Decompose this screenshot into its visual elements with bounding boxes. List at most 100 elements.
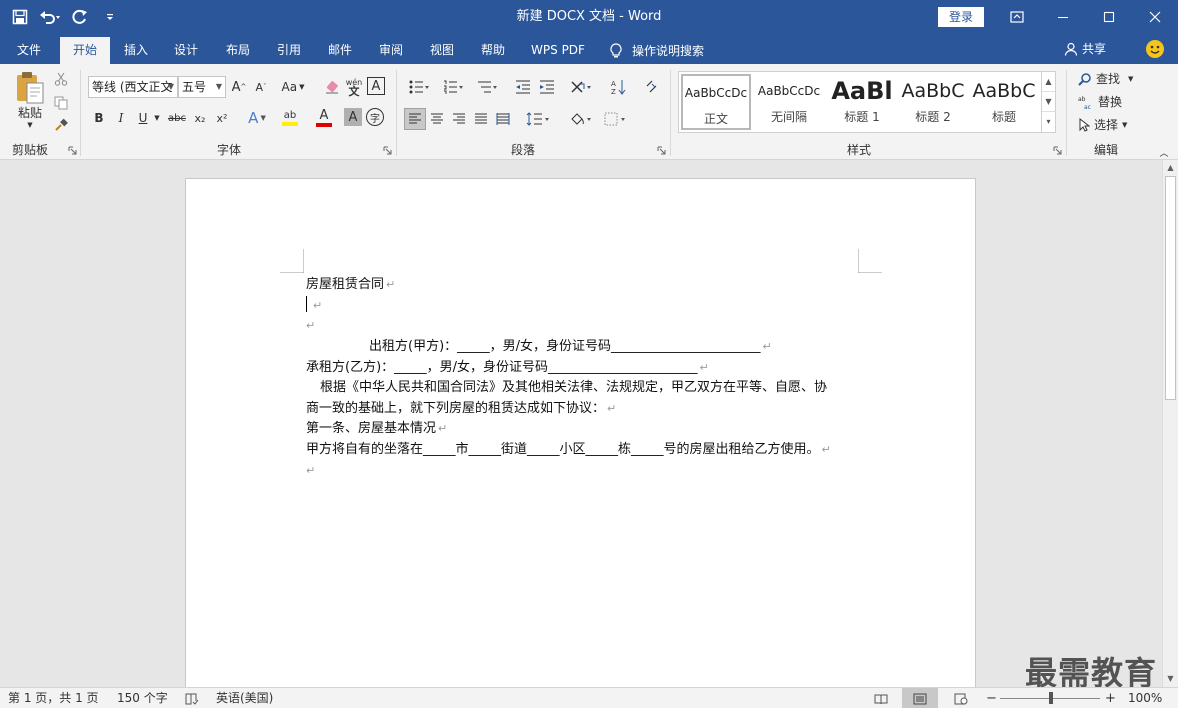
tell-me-search[interactable]: 操作说明搜索 xyxy=(610,37,714,64)
gallery-more-icon[interactable]: ▾ xyxy=(1042,112,1055,132)
vertical-scrollbar[interactable]: ▲ ▼ xyxy=(1162,160,1178,687)
borders-button[interactable] xyxy=(600,108,630,130)
tab-review[interactable]: 审阅 xyxy=(371,37,411,64)
scroll-down-icon[interactable]: ▼ xyxy=(1163,671,1178,687)
paste-button[interactable] xyxy=(12,70,48,106)
highlight-button[interactable]: ab xyxy=(275,108,305,128)
tab-view[interactable]: 视图 xyxy=(422,37,462,64)
strikethrough-button[interactable]: abc xyxy=(166,108,188,128)
doc-paragraph[interactable]: ↵ xyxy=(306,461,315,481)
doc-paragraph[interactable]: 第一条、房屋基本情况 ↵ xyxy=(306,419,447,439)
proofing-status[interactable] xyxy=(185,688,199,708)
doc-paragraph[interactable]: ↵ xyxy=(306,316,315,336)
web-layout-button[interactable] xyxy=(954,688,968,708)
character-shading-button[interactable]: A xyxy=(344,108,362,126)
tab-insert[interactable]: 插入 xyxy=(116,37,156,64)
doc-paragraph[interactable]: ↵ xyxy=(306,296,322,316)
bullets-button[interactable] xyxy=(404,77,434,97)
tab-layout[interactable]: 布局 xyxy=(218,37,258,64)
decrease-indent-button[interactable] xyxy=(512,77,534,97)
scroll-up-icon[interactable]: ▲ xyxy=(1163,160,1178,176)
print-layout-button[interactable] xyxy=(902,688,938,708)
doc-paragraph[interactable]: 房屋租赁合同 ↵ xyxy=(306,275,395,295)
format-painter-button[interactable] xyxy=(52,116,70,134)
zoom-out-button[interactable]: − xyxy=(986,688,997,708)
tab-home[interactable]: 开始 xyxy=(60,37,110,64)
style-title[interactable]: AaBbC 标题 xyxy=(969,74,1039,130)
line-spacing-button[interactable] xyxy=(522,108,554,130)
share-button[interactable]: 共享 xyxy=(1064,37,1106,61)
subscript-button[interactable]: x₂ xyxy=(190,108,210,128)
italic-button[interactable]: I xyxy=(112,108,130,128)
tab-references[interactable]: 引用 xyxy=(269,37,309,64)
redo-button[interactable] xyxy=(68,5,92,29)
paste-label[interactable]: 粘贴 xyxy=(10,104,50,120)
copy-button[interactable] xyxy=(52,94,70,112)
doc-paragraph[interactable]: 承租方(乙方)：_____，男/女，身份证号码_________________… xyxy=(306,358,709,378)
paragraph-launcher-icon[interactable] xyxy=(657,146,666,155)
align-right-button[interactable] xyxy=(448,108,470,130)
undo-button[interactable] xyxy=(38,5,62,29)
doc-paragraph[interactable]: 商一致的基础上，就下列房屋的租赁达成如下协议： ↵ xyxy=(306,399,616,419)
tab-design[interactable]: 设计 xyxy=(166,37,206,64)
tab-mailings[interactable]: 邮件 xyxy=(320,37,360,64)
character-border-button[interactable]: A xyxy=(367,77,385,95)
tab-help[interactable]: 帮助 xyxy=(473,37,513,64)
text-effects-button[interactable]: A ▼ xyxy=(242,108,272,128)
cut-button[interactable] xyxy=(52,70,70,88)
styles-launcher-icon[interactable] xyxy=(1053,146,1062,155)
clipboard-launcher-icon[interactable] xyxy=(68,146,77,155)
chinese-layout-button[interactable] xyxy=(566,77,596,97)
save-button[interactable] xyxy=(8,5,32,29)
maximize-button[interactable] xyxy=(1086,0,1132,34)
word-count[interactable]: 150 个字 xyxy=(117,688,168,708)
style-no-spacing[interactable]: AaBbCcDc 无间隔 xyxy=(754,74,824,130)
tab-wps-pdf[interactable]: WPS PDF xyxy=(526,37,590,64)
scroll-thumb[interactable] xyxy=(1165,176,1176,400)
gallery-scroll-up-icon[interactable]: ▲ xyxy=(1042,72,1055,92)
select-button[interactable]: 选择 ▼ xyxy=(1078,115,1127,135)
multilevel-list-button[interactable] xyxy=(472,77,502,97)
shading-button[interactable] xyxy=(566,108,596,130)
underline-dropdown-icon[interactable]: ▼ xyxy=(152,108,162,128)
bold-button[interactable]: B xyxy=(90,108,108,128)
collapse-ribbon-icon[interactable]: ︿ xyxy=(1157,146,1171,159)
zoom-level[interactable]: 100% xyxy=(1128,688,1162,708)
gallery-scroll-down-icon[interactable]: ▼ xyxy=(1042,92,1055,112)
show-hide-marks-button[interactable] xyxy=(640,77,662,97)
grow-font-button[interactable]: A ^ xyxy=(230,77,248,97)
replace-button[interactable]: ab ac 替换 xyxy=(1078,92,1122,112)
minimize-button[interactable] xyxy=(1040,0,1086,34)
doc-paragraph[interactable]: 甲方将自有的坐落在_____市_____街道_____小区_____栋_____… xyxy=(306,440,831,460)
phonetic-guide-button[interactable]: wén 文 xyxy=(344,76,364,98)
style-heading-1[interactable]: AaBl 标题 1 xyxy=(827,74,897,130)
align-center-button[interactable] xyxy=(426,108,448,130)
tab-file[interactable]: 文件 xyxy=(8,37,50,64)
change-case-button[interactable]: Aa ▼ xyxy=(278,77,308,97)
underline-button[interactable]: U xyxy=(134,108,152,128)
font-name-combo[interactable]: 等线 (西文正文 ▼ xyxy=(88,76,178,98)
document-page[interactable]: 房屋租赁合同 ↵ ↵ ↵ 出租方(甲方)：_____，男/女，身份证号码_____… xyxy=(185,178,976,687)
login-button[interactable]: 登录 xyxy=(938,7,984,27)
superscript-button[interactable]: x² xyxy=(212,108,232,128)
font-size-combo[interactable]: 五号 ▼ xyxy=(178,76,226,98)
customize-qat-button[interactable] xyxy=(98,5,122,29)
enclose-characters-button[interactable]: 字 xyxy=(366,108,384,126)
zoom-in-button[interactable]: + xyxy=(1105,688,1116,708)
font-launcher-icon[interactable] xyxy=(383,146,392,155)
increase-indent-button[interactable] xyxy=(536,77,558,97)
smiley-feedback-icon[interactable] xyxy=(1146,40,1164,58)
shrink-font-button[interactable]: Aˇ xyxy=(252,77,270,97)
find-button[interactable]: 查找 ▼ xyxy=(1078,69,1133,89)
paste-dropdown-icon[interactable]: ▼ xyxy=(24,120,36,130)
zoom-slider-thumb[interactable] xyxy=(1049,692,1053,704)
close-button[interactable] xyxy=(1132,0,1178,34)
style-heading-2[interactable]: AaBbC 标题 2 xyxy=(898,74,968,130)
numbering-button[interactable] xyxy=(438,77,468,97)
page-count[interactable]: 第 1 页，共 1 页 xyxy=(8,688,99,708)
read-mode-button[interactable] xyxy=(874,688,888,708)
sort-button[interactable]: AZ xyxy=(608,77,630,97)
ribbon-display-options-button[interactable] xyxy=(994,0,1040,34)
align-left-button[interactable] xyxy=(404,108,426,130)
font-color-button[interactable]: A xyxy=(308,108,340,128)
